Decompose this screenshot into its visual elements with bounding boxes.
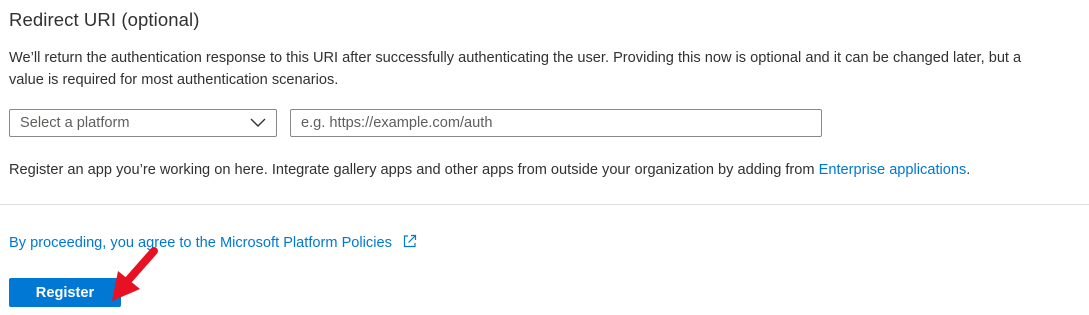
platform-select[interactable]: Select a platform [9, 109, 277, 137]
section-divider [0, 204, 1089, 205]
external-link-icon[interactable] [402, 233, 418, 249]
register-note-suffix: . [966, 162, 971, 178]
policy-row: By proceeding, you agree to the Microsof… [9, 232, 418, 254]
enterprise-applications-link[interactable]: Enterprise applications [819, 162, 967, 178]
register-note-text: Register an app you’re working on here. … [9, 162, 819, 178]
redirect-description: We’ll return the authentication response… [9, 50, 1022, 88]
section-title: Redirect URI (optional) [9, 9, 200, 30]
platform-policies-link[interactable]: By proceeding, you agree to the Microsof… [9, 235, 392, 251]
redirect-uri-input[interactable] [290, 109, 822, 137]
chevron-down-icon [250, 118, 266, 127]
platform-select-placeholder: Select a platform [20, 115, 130, 131]
register-button[interactable]: Register [9, 278, 121, 307]
register-note: Register an app you’re working on here. … [9, 159, 970, 181]
